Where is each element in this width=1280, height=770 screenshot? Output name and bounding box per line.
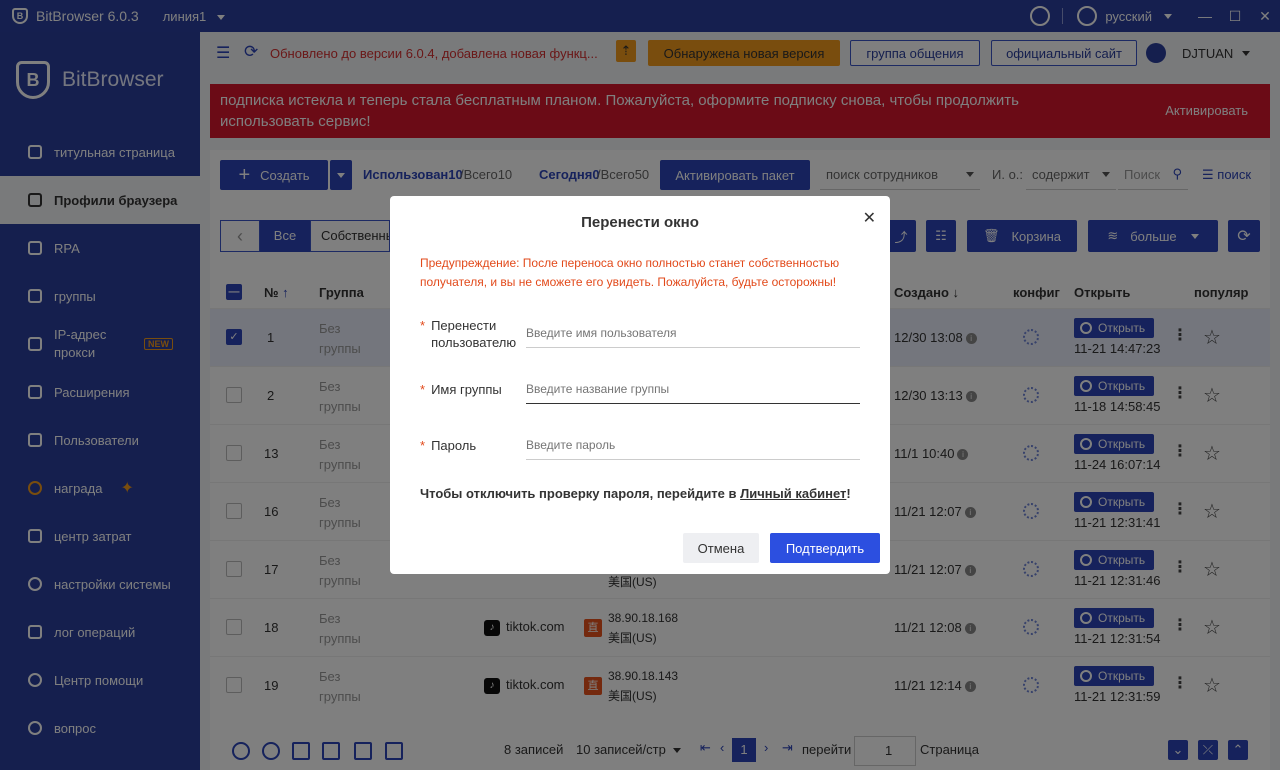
cancel-button[interactable]: Отмена <box>683 533 759 563</box>
required-mark: * <box>420 318 426 333</box>
transfer-user-label: * Перенести пользователю <box>420 317 521 351</box>
confirm-button[interactable]: Подтвердить <box>770 533 880 563</box>
transfer-user-label-text: Перенести пользователю <box>431 318 517 350</box>
close-icon[interactable]: ✕ <box>863 208 876 228</box>
note-suffix: ! <box>846 486 851 501</box>
group-name-label: * Имя группы <box>420 381 502 398</box>
group-name-input[interactable] <box>526 374 860 404</box>
note-prefix: Чтобы отключить проверку пароля, перейди… <box>420 486 741 501</box>
transfer-user-input[interactable] <box>526 318 860 348</box>
password-label: * Пароль <box>420 437 476 454</box>
password-label-text: Пароль <box>431 438 477 453</box>
personal-account-link[interactable]: Личный кабинет <box>740 486 846 501</box>
group-name-label-text: Имя группы <box>431 382 502 397</box>
required-mark: * <box>420 382 426 397</box>
warning-text: Предупреждение: После переноса окно полн… <box>420 256 840 289</box>
password-note: Чтобы отключить проверку пароля, перейди… <box>420 486 851 501</box>
transfer-window-dialog: Перенести окно ✕ Предупреждение: После п… <box>390 196 890 574</box>
dialog-title: Перенести окно <box>581 214 699 231</box>
password-input[interactable] <box>526 430 860 460</box>
required-mark: * <box>420 438 426 453</box>
